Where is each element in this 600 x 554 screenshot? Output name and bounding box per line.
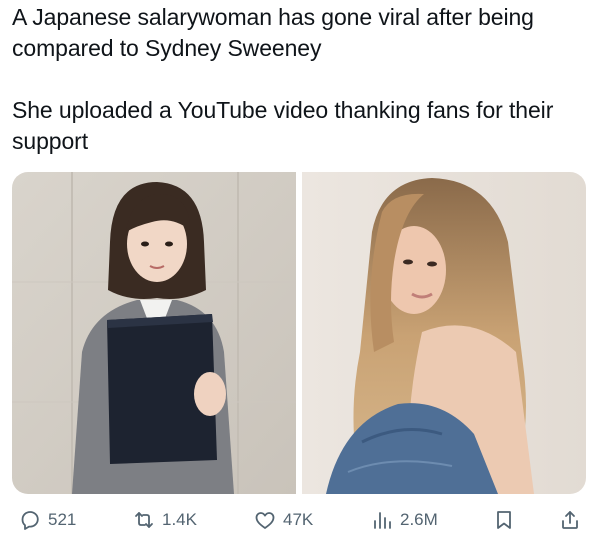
tweet-text-paragraph-1: A Japanese salarywoman has gone viral af… (12, 4, 534, 61)
photo-left-image (12, 172, 296, 494)
tweet-text: A Japanese salarywoman has gone viral af… (12, 2, 592, 157)
media-grid (12, 172, 586, 494)
bookmark-button[interactable] (492, 508, 516, 532)
tweet-action-bar: 521 1.4K 47K 2.6M (18, 504, 584, 536)
like-count: 47K (283, 510, 314, 529)
repost-button[interactable]: 1.4K (132, 508, 197, 532)
reply-count: 521 (48, 510, 77, 529)
share-button[interactable] (558, 508, 582, 532)
like-button[interactable]: 47K (253, 508, 313, 532)
photo-right[interactable] (302, 172, 586, 494)
repost-count: 1.4K (162, 510, 197, 529)
share-icon (562, 511, 578, 529)
heart-icon (255, 512, 275, 529)
bookmark-icon (497, 511, 511, 529)
repost-icon (135, 512, 153, 528)
reply-icon (21, 511, 39, 530)
photo-right-image (302, 172, 586, 494)
photo-left[interactable] (12, 172, 296, 494)
reply-button[interactable]: 521 (18, 508, 76, 532)
views-icon (374, 512, 391, 529)
views-button[interactable]: 2.6M (370, 508, 438, 532)
views-count: 2.6M (400, 510, 438, 529)
tweet-text-paragraph-2: She uploaded a YouTube video thanking fa… (12, 97, 554, 154)
